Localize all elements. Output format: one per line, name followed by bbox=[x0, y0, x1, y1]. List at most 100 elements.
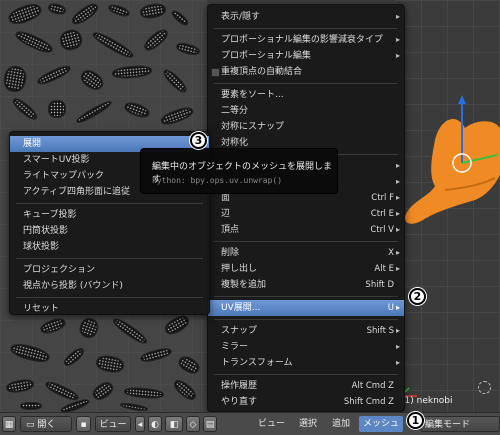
view-menu[interactable]: ビュー bbox=[258, 416, 285, 432]
open-label: 開く bbox=[37, 420, 56, 430]
tooltip-python: Python: bpy.ops.uv.unwrap() bbox=[152, 176, 283, 185]
mesh-menu-item-label: 対称化 bbox=[221, 138, 249, 148]
mesh-menu-item[interactable]: 辺 Ctrl E ▸ bbox=[208, 206, 404, 222]
3d-viewport[interactable]: (1) neknobi bbox=[395, 0, 500, 412]
mesh-menu-item[interactable]: 頂点 Ctrl V ▸ bbox=[208, 222, 404, 238]
shortcut-label: Shift D bbox=[365, 280, 394, 290]
mesh-menu-item-label: 辺 bbox=[221, 209, 231, 219]
mesh-menu-item[interactable]: やり直す Shift Cmd Z bbox=[208, 394, 404, 410]
marker-3: 3 bbox=[190, 132, 207, 149]
layers-icon[interactable]: ▤ bbox=[203, 416, 217, 432]
mesh-menu-item-label: プロポーショナル編集 bbox=[221, 51, 311, 61]
mesh-menu-item[interactable]: 表示/隠す ▸ bbox=[208, 9, 404, 25]
view-menu-left[interactable]: ビュー bbox=[95, 416, 131, 432]
image-browse-button[interactable]: ▪ bbox=[76, 416, 91, 432]
3d-cursor bbox=[478, 381, 491, 394]
folder-icon: ▭ bbox=[26, 420, 35, 430]
shading-icon[interactable]: ◧ bbox=[165, 416, 183, 432]
submenu-arrow-icon: ▸ bbox=[395, 209, 400, 218]
uv-menu-item-label: 円筒状投影 bbox=[23, 226, 69, 236]
mesh-menu-item[interactable]: トランスフォーム ▸ bbox=[208, 355, 404, 371]
pivot-icon[interactable]: ◇ bbox=[186, 416, 200, 432]
uv-menu-item[interactable]: 球状投影 bbox=[10, 239, 209, 255]
uv-menu-item-label: キューブ投影 bbox=[23, 210, 77, 220]
mesh-menu-item[interactable]: スナップ Shift S ▸ bbox=[208, 323, 404, 339]
menu-separator bbox=[214, 28, 398, 29]
transform-gizmo[interactable] bbox=[395, 0, 500, 412]
shortcut-label: Shift S bbox=[366, 326, 394, 336]
shortcut-label: Ctrl F bbox=[371, 193, 394, 203]
uv-menu-item[interactable]: 円筒状投影 bbox=[10, 223, 209, 239]
uv-menu-item-label: リセット bbox=[23, 304, 60, 314]
mesh-menu-item[interactable]: 操作履歴 Alt Cmd Z bbox=[208, 378, 404, 394]
submenu-arrow-icon: ▸ bbox=[395, 326, 400, 335]
submenu-arrow-icon: ▸ bbox=[395, 342, 400, 351]
mesh-menu-item[interactable]: ミラー ▸ bbox=[208, 339, 404, 355]
submenu-arrow-icon: ▸ bbox=[395, 51, 400, 60]
submenu-arrow-icon: ▸ bbox=[395, 12, 400, 21]
uv-menu-item-label: 視点から投影 (バウンド) bbox=[23, 281, 123, 291]
checkbox[interactable] bbox=[211, 68, 220, 77]
submenu-arrow-icon: ▸ bbox=[395, 358, 400, 367]
menu-separator bbox=[214, 83, 398, 84]
uv-menu-item-label: アクティブ四角形面に追従 bbox=[23, 187, 131, 197]
submenu-arrow-icon: ▸ bbox=[395, 264, 400, 273]
mesh-menu-item-label: 面 bbox=[221, 193, 231, 203]
marker-2: 2 bbox=[409, 288, 426, 305]
mode-selector[interactable]: 編集モード bbox=[420, 416, 500, 432]
select-menu[interactable]: 選択 bbox=[299, 416, 317, 432]
shortcut-label: U bbox=[387, 303, 394, 313]
mesh-menu-item-label: 二等分 bbox=[221, 106, 249, 116]
uv-menu-item-label: プロジェクション bbox=[23, 265, 96, 275]
mesh-menu-item-label: 要素をソート... bbox=[221, 90, 284, 100]
menu-separator bbox=[16, 297, 203, 298]
submenu-arrow-icon: ▸ bbox=[395, 225, 400, 234]
menu-separator bbox=[16, 258, 203, 259]
mesh-menu-item-label: やり直す bbox=[221, 397, 258, 407]
shortcut-label: Alt Cmd Z bbox=[351, 381, 394, 391]
uv-menu-item[interactable]: リセット bbox=[10, 301, 209, 317]
marker-1: 1 bbox=[407, 412, 424, 429]
editor-type-button[interactable]: ▦ bbox=[2, 416, 16, 432]
mesh-menu-item[interactable]: 二等分 bbox=[208, 103, 404, 119]
uv-menu-item[interactable]: 視点から投影 (バウンド) bbox=[10, 278, 209, 294]
mesh-menu-item[interactable]: 対称にスナップ bbox=[208, 119, 404, 135]
add-menu[interactable]: 追加 bbox=[332, 416, 350, 432]
mesh-menu-item-label: 押し出し bbox=[221, 264, 258, 274]
unwrap-tooltip: 編集中のオブジェクトのメッシュを展開します Python: bpy.ops.uv… bbox=[140, 148, 338, 194]
mesh-menu-item-label: 削除 bbox=[221, 248, 240, 258]
uv-menu-item[interactable]: キューブ投影 bbox=[10, 207, 209, 223]
mesh-menu-item[interactable]: プロポーショナル編集 ▸ bbox=[208, 48, 404, 64]
mesh-menu-item[interactable]: 削除 X ▸ bbox=[208, 245, 404, 261]
mesh-menu-item-label: 複製を追加 bbox=[221, 280, 267, 290]
mesh-menu-button[interactable]: メッシュ bbox=[359, 416, 404, 432]
shortcut-label: Ctrl V bbox=[370, 225, 394, 235]
menu-separator bbox=[214, 296, 398, 297]
scroll-icon[interactable]: ◂ bbox=[135, 416, 145, 432]
mesh-menu: 表示/隠す ▸ プロポーショナル編集の影響減衰タイプ ▸ プロポーショナル編集 ▸ 重複頂点… bbox=[207, 4, 405, 423]
submenu-arrow-icon: ▸ bbox=[395, 161, 400, 170]
mesh-menu-item-label: スナップ bbox=[221, 326, 258, 336]
mesh-menu-item[interactable]: 複製を追加 Shift D bbox=[208, 277, 404, 293]
mesh-menu-item-label: 操作履歴 bbox=[221, 381, 258, 391]
mesh-menu-item[interactable]: UV展開... U ▸ bbox=[208, 300, 404, 316]
mesh-menu-item[interactable]: 重複頂点の自動結合 bbox=[208, 64, 404, 80]
submenu-arrow-icon: ▸ bbox=[395, 248, 400, 257]
mesh-menu-item[interactable]: プロポーショナル編集の影響減衰タイプ ▸ bbox=[208, 32, 404, 48]
mesh-menu-item[interactable]: 押し出し Alt E ▸ bbox=[208, 261, 404, 277]
uv-menu-item-label: 展開 bbox=[23, 139, 42, 149]
uv-menu-item[interactable]: プロジェクション bbox=[10, 262, 209, 278]
mesh-menu-item[interactable]: 要素をソート... bbox=[208, 87, 404, 103]
uv-menu-item-label: ライトマップパック bbox=[23, 171, 105, 181]
uv-menu-item-label: スマートUV投影 bbox=[23, 155, 90, 165]
sphere-icon[interactable]: ◐ bbox=[148, 416, 162, 432]
shortcut-label: X bbox=[388, 248, 394, 258]
shortcut-label: Shift Cmd Z bbox=[343, 397, 394, 407]
menu-separator bbox=[214, 319, 398, 320]
edit-mode-label: 編集モード bbox=[425, 420, 471, 430]
open-button[interactable]: ▭ 開く bbox=[20, 416, 72, 432]
mesh-menu-item-label: 対称にスナップ bbox=[221, 122, 285, 132]
submenu-arrow-icon: ▸ bbox=[395, 177, 400, 186]
uv-island bbox=[48, 100, 66, 118]
mesh-menu-item-label: 表示/隠す bbox=[221, 12, 261, 22]
